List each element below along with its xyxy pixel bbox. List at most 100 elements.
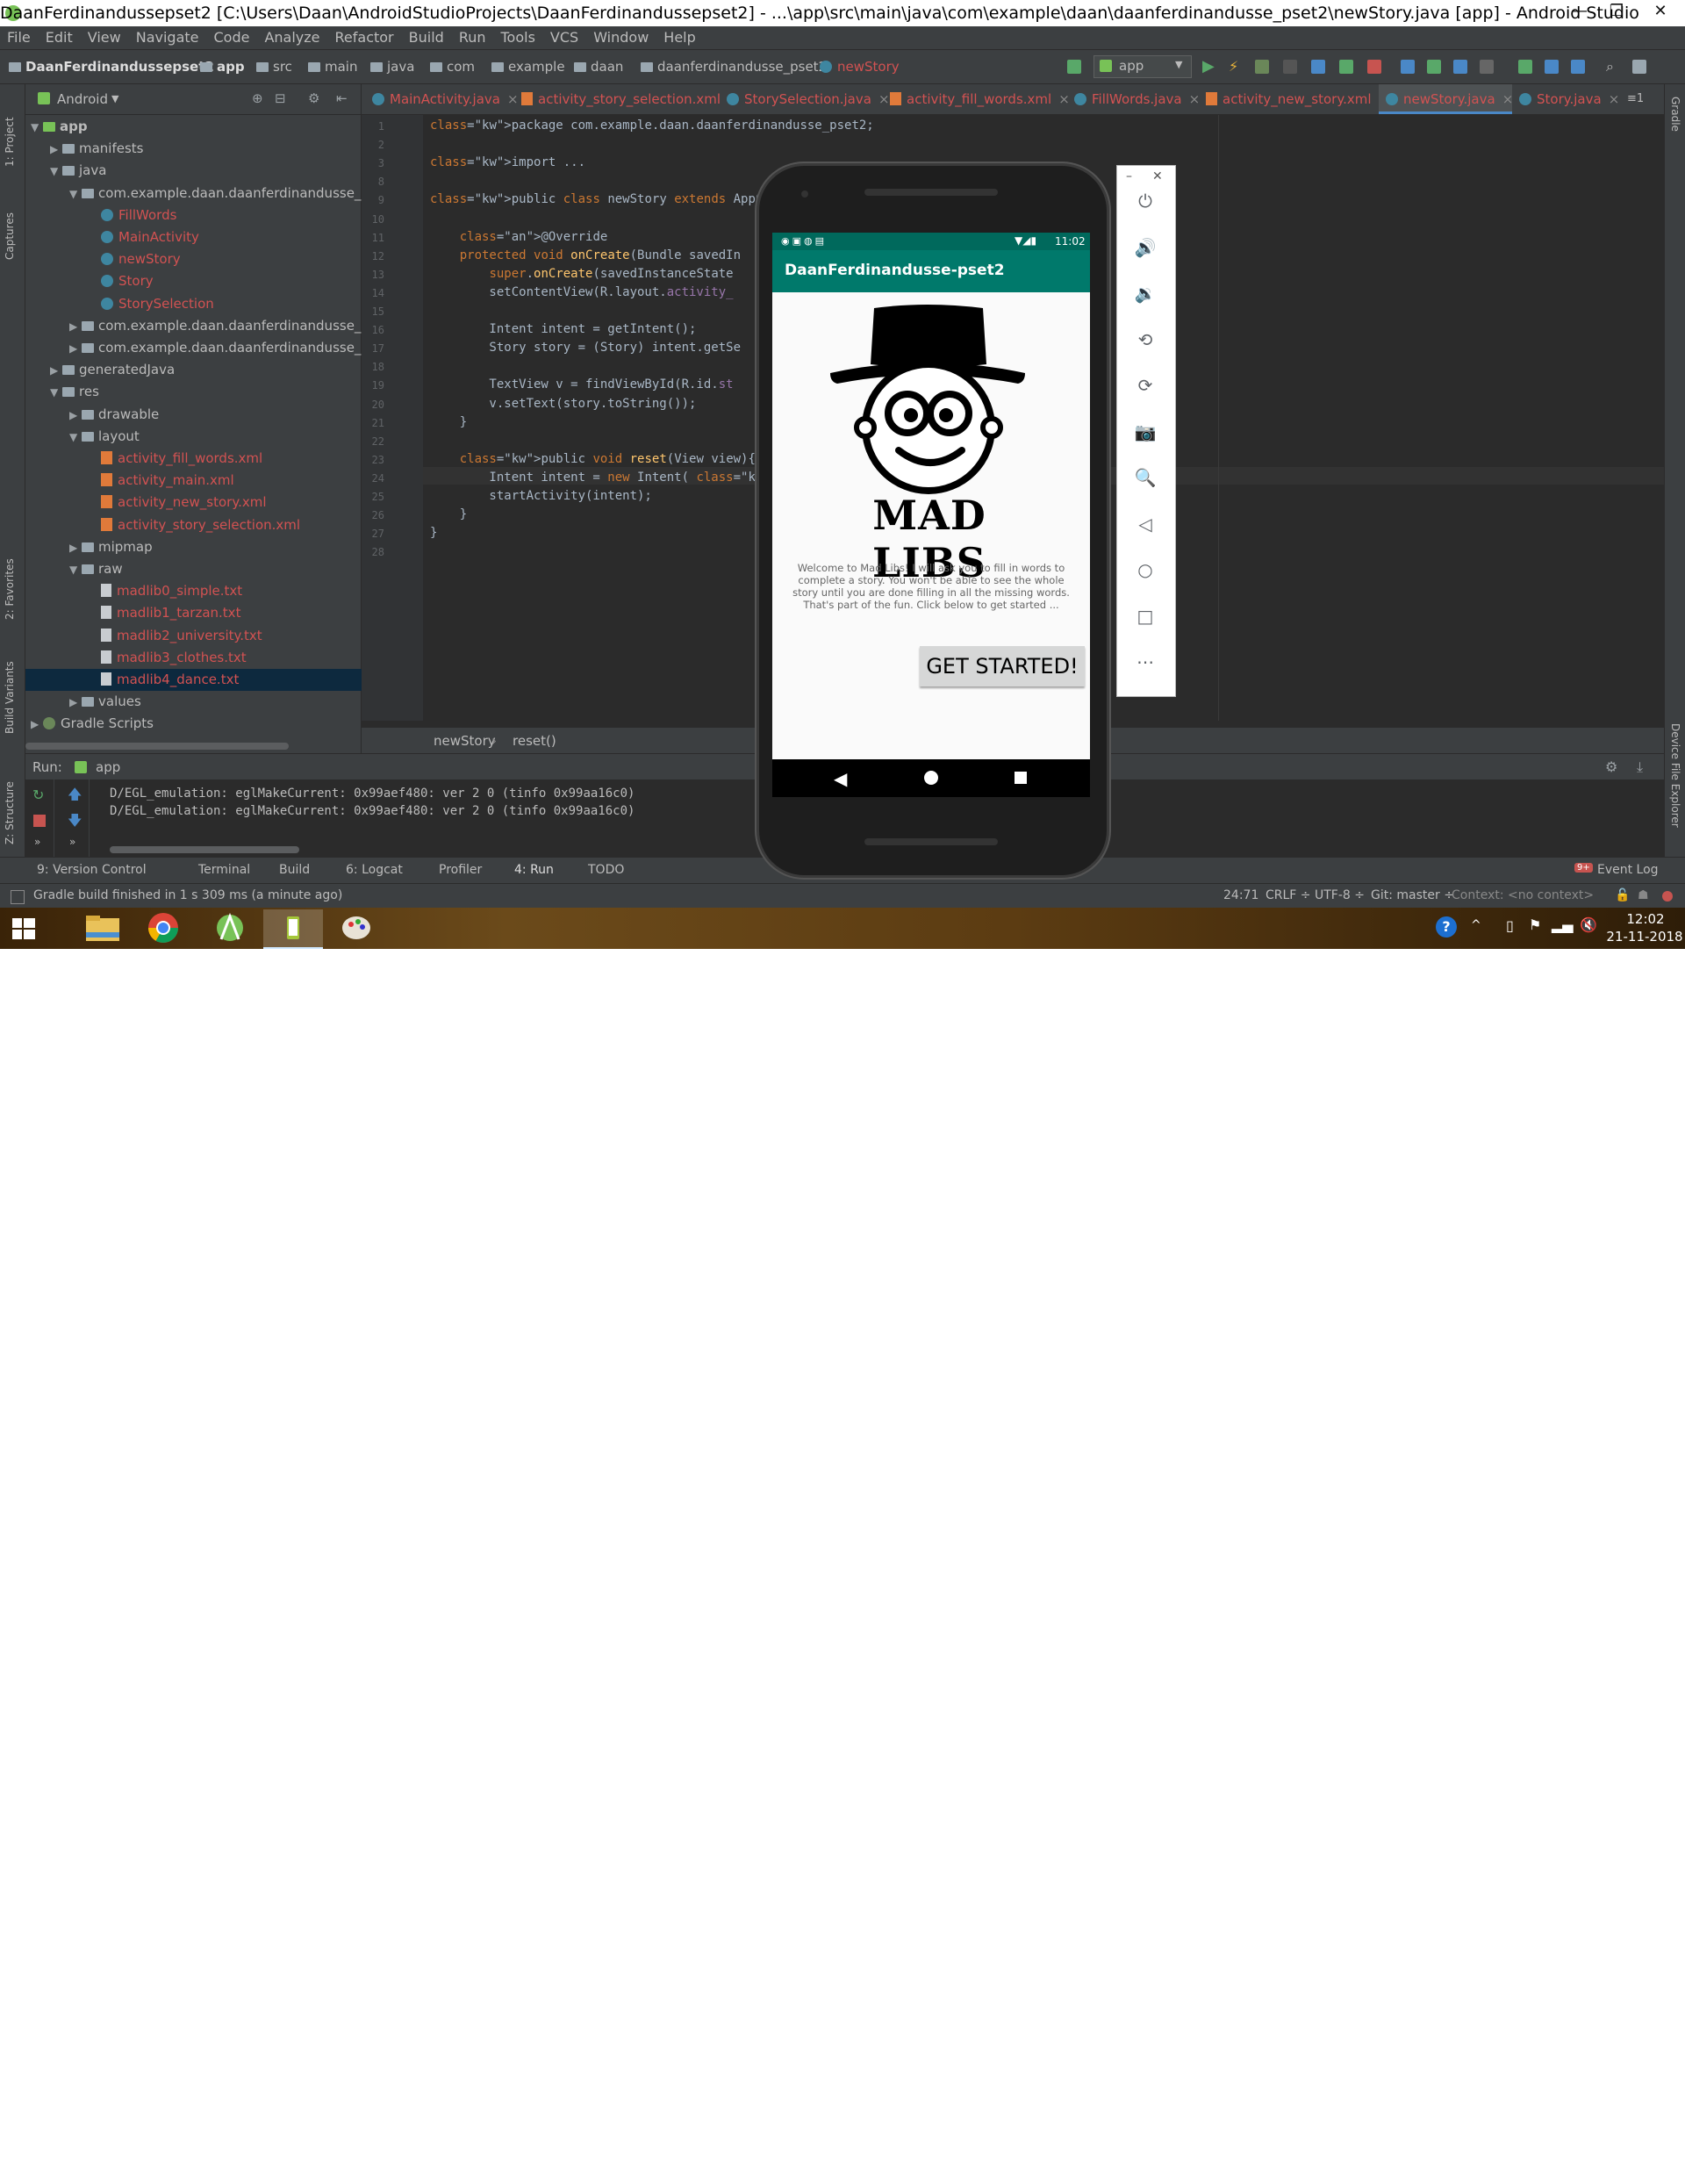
expand-down-icon[interactable]: ▼ bbox=[50, 161, 62, 183]
console-scrollbar[interactable] bbox=[110, 846, 299, 853]
breadcrumb-src[interactable]: src bbox=[256, 59, 292, 75]
expand-right-icon[interactable]: ▶ bbox=[69, 692, 82, 714]
close-button[interactable]: ✕ bbox=[1643, 0, 1678, 23]
build-variants-tool-tab[interactable]: Build Variants bbox=[4, 646, 16, 734]
logcat-tab[interactable]: 6: Logcat bbox=[346, 863, 403, 877]
nav-overview-icon[interactable] bbox=[1015, 772, 1027, 784]
expand-right-icon[interactable]: ▶ bbox=[50, 139, 62, 161]
context-indicator[interactable]: Context: <no context> bbox=[1452, 888, 1594, 902]
editor-tab[interactable]: Story.java × bbox=[1512, 84, 1620, 114]
expand-down-icon[interactable]: ▼ bbox=[50, 382, 62, 404]
tree-item[interactable]: ▶ drawable bbox=[25, 404, 405, 426]
file-encoding[interactable]: UTF-8 ÷ bbox=[1315, 888, 1365, 902]
breadcrumb-main[interactable]: main bbox=[308, 59, 357, 75]
maximize-button[interactable]: ❐ bbox=[1599, 0, 1634, 23]
tabs-overflow[interactable]: ≡1 bbox=[1627, 92, 1644, 105]
menu-window[interactable]: Window bbox=[586, 26, 656, 49]
expand-down-icon[interactable]: ▼ bbox=[69, 559, 82, 581]
start-button[interactable] bbox=[0, 909, 60, 947]
menu-file[interactable]: File bbox=[0, 26, 39, 49]
caret-position[interactable]: 24:71 bbox=[1223, 888, 1258, 902]
coverage-icon[interactable] bbox=[1283, 60, 1297, 74]
taskbar-time[interactable]: 12:02 bbox=[1618, 911, 1673, 927]
menu-analyze[interactable]: Analyze bbox=[257, 26, 327, 49]
menu-edit[interactable]: Edit bbox=[39, 26, 81, 49]
volume-up-icon[interactable]: 🔊 bbox=[1133, 235, 1158, 260]
sync-gradle-icon[interactable] bbox=[1518, 60, 1532, 74]
emulator-minimize-button[interactable]: – bbox=[1126, 169, 1132, 183]
expand-right-icon[interactable]: ▶ bbox=[69, 316, 82, 338]
nav-home-icon[interactable] bbox=[924, 771, 938, 785]
editor-tab[interactable]: StorySelection.java × bbox=[720, 84, 890, 114]
back-icon[interactable]: ◁ bbox=[1133, 512, 1158, 536]
menu-tools[interactable]: Tools bbox=[494, 26, 543, 49]
more-icon[interactable]: » bbox=[34, 836, 40, 848]
hide-panel-icon[interactable]: ⤓ bbox=[1637, 758, 1643, 776]
gear-icon[interactable]: ⚙ bbox=[308, 90, 319, 106]
editor-tab[interactable]: newStory.java × bbox=[1379, 84, 1513, 114]
build-tab[interactable]: Build bbox=[279, 863, 310, 877]
breadcrumb-class[interactable]: newStory bbox=[820, 59, 900, 75]
camera-icon[interactable]: 📷 bbox=[1133, 420, 1158, 444]
revert-icon[interactable] bbox=[1480, 60, 1494, 74]
version-control-tab[interactable]: 9: Version Control bbox=[37, 863, 147, 877]
breadcrumb-java[interactable]: java bbox=[370, 59, 414, 75]
profiler-tab[interactable]: Profiler bbox=[439, 863, 482, 877]
menu-run[interactable]: Run bbox=[452, 26, 494, 49]
profile-avatar-icon[interactable] bbox=[1632, 60, 1646, 74]
sdk-manager-icon[interactable] bbox=[1571, 60, 1585, 74]
breadcrumb-package[interactable]: daanferdinandusse_pset2 bbox=[641, 59, 827, 75]
flag-icon[interactable]: ⚑ bbox=[1529, 916, 1541, 933]
scroll-up-icon[interactable]: 🡅 bbox=[68, 785, 82, 808]
expand-down-icon[interactable]: ▼ bbox=[69, 427, 82, 449]
run-icon[interactable]: ▶ bbox=[1202, 59, 1216, 75]
expand-right-icon[interactable]: ▶ bbox=[69, 537, 82, 559]
more-icon[interactable]: » bbox=[69, 836, 75, 848]
editor-tab[interactable]: activity_new_story.xml× bbox=[1199, 84, 1389, 114]
breadcrumb-daan[interactable]: daan bbox=[574, 59, 623, 75]
network-icon[interactable]: ▂▄ bbox=[1552, 916, 1574, 933]
debug-icon[interactable] bbox=[1255, 60, 1269, 74]
avd-manager-icon[interactable] bbox=[1545, 60, 1559, 74]
breadcrumb-app[interactable]: app bbox=[200, 59, 245, 75]
structure-tool-tab[interactable]: Z: Structure bbox=[4, 765, 16, 844]
phone-icon[interactable]: ▯ bbox=[1506, 917, 1514, 934]
rotate-right-icon[interactable]: ⟳ bbox=[1133, 373, 1158, 398]
more-icon[interactable]: ⋯ bbox=[1133, 650, 1158, 674]
search-icon[interactable]: ⌕ bbox=[1606, 60, 1620, 74]
hide-panel-icon[interactable]: ⇤ bbox=[336, 90, 348, 106]
scroll-down-icon[interactable]: 🡇 bbox=[68, 811, 82, 835]
expand-down-icon[interactable]: ▼ bbox=[31, 117, 43, 139]
minimize-button[interactable]: — bbox=[1562, 0, 1597, 23]
vcs-update-icon[interactable] bbox=[1401, 60, 1415, 74]
gradle-tool-tab[interactable]: Gradle bbox=[1669, 97, 1681, 132]
tree-item[interactable]: ▶ generatedJava bbox=[25, 359, 385, 381]
menu-build[interactable]: Build bbox=[402, 26, 452, 49]
tree-item[interactable]: ▶ manifests bbox=[25, 138, 385, 160]
expand-right-icon[interactable]: ▶ bbox=[50, 360, 62, 382]
chrome-icon[interactable] bbox=[133, 909, 193, 947]
get-started-button[interactable]: GET STARTED! bbox=[920, 646, 1085, 686]
menu-vcs[interactable]: VCS bbox=[543, 26, 586, 49]
tree-item[interactable]: ▼ java bbox=[25, 160, 385, 182]
close-tab-icon[interactable]: × bbox=[1609, 91, 1620, 107]
breadcrumb-example[interactable]: example bbox=[491, 59, 565, 75]
tree-item[interactable]: ▼ app bbox=[25, 116, 366, 138]
breadcrumb-project[interactable]: DaanFerdinandussepset2 bbox=[9, 59, 214, 75]
help-icon[interactable]: ? bbox=[1436, 916, 1457, 938]
rotate-left-icon[interactable]: ⟲ bbox=[1133, 327, 1158, 352]
nav-back-icon[interactable]: ◀ bbox=[834, 768, 847, 789]
project-view-selector[interactable]: Android bbox=[57, 91, 108, 107]
tree-item[interactable]: ▼ layout bbox=[25, 426, 405, 448]
tree-item[interactable]: ▼ raw bbox=[25, 558, 405, 580]
profile-icon[interactable] bbox=[1311, 60, 1325, 74]
gear-icon[interactable]: ⚙ bbox=[1605, 758, 1617, 775]
favorites-tool-tab[interactable]: 2: Favorites bbox=[4, 541, 16, 620]
rerun-icon[interactable]: ↻ bbox=[32, 787, 44, 803]
editor-tab[interactable]: FillWords.java × bbox=[1067, 84, 1200, 114]
event-log-tab[interactable]: Event Log bbox=[1597, 863, 1659, 877]
expand-down-icon[interactable]: ▼ bbox=[69, 183, 82, 205]
android-studio-task-icon[interactable] bbox=[200, 909, 260, 947]
tree-item[interactable]: ▶ com.example.daan.daanferdinandusse_pset bbox=[25, 315, 405, 337]
line-separator[interactable]: CRLF ÷ bbox=[1266, 888, 1311, 902]
